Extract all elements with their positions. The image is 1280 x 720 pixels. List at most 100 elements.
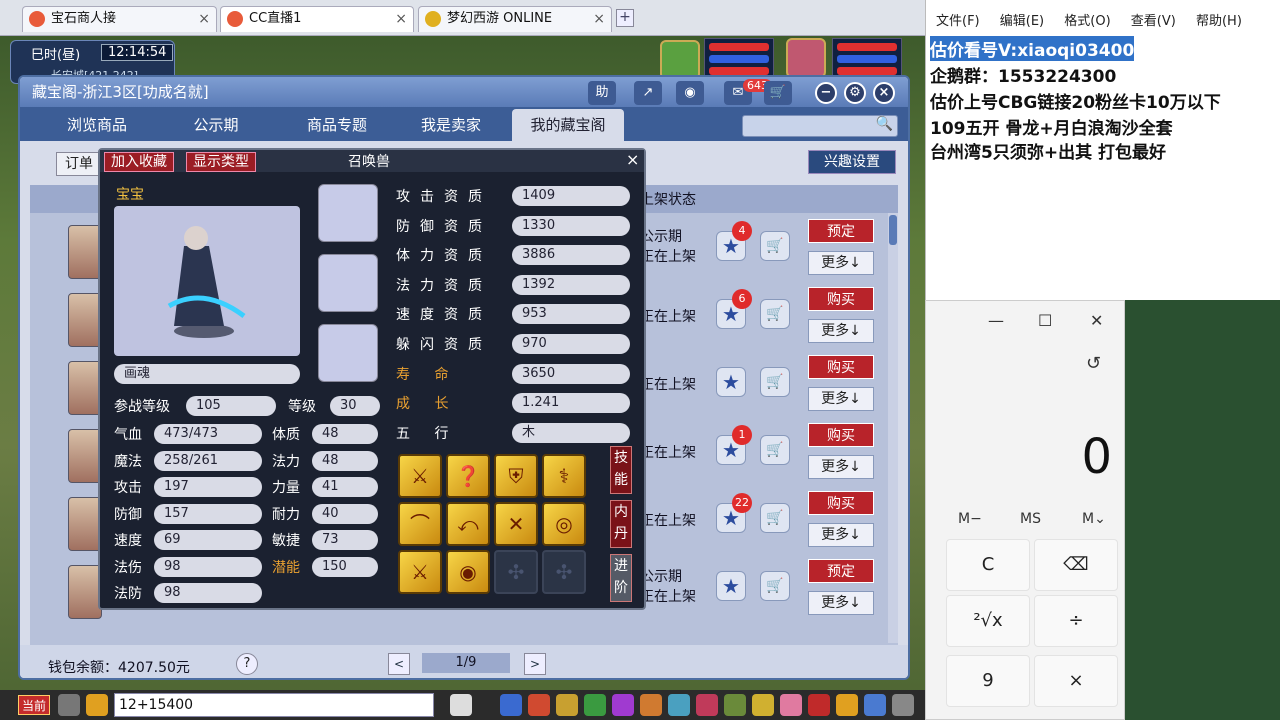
system-icon[interactable] bbox=[864, 694, 886, 716]
peach-icon[interactable] bbox=[780, 694, 802, 716]
close-icon[interactable]: × bbox=[626, 150, 639, 169]
skill-icon[interactable]: ⚔ bbox=[398, 550, 442, 594]
clear-button[interactable]: C bbox=[946, 539, 1030, 591]
notepad-line[interactable]: 估价看号V:xiaoqi03400 bbox=[930, 36, 1135, 61]
cart-icon[interactable]: 🛒 bbox=[760, 435, 790, 465]
notepad-line[interactable]: 109五开 骨龙+月白浪淘沙全套 bbox=[930, 114, 1173, 139]
help-button[interactable]: 助 bbox=[588, 81, 616, 105]
more-button[interactable]: 更多↓ bbox=[808, 523, 874, 547]
buy-button[interactable]: 购买 bbox=[808, 287, 874, 311]
minimize-button[interactable]: — bbox=[988, 311, 1004, 330]
tab-topics[interactable]: 商品专题 bbox=[282, 109, 392, 141]
team-icon[interactable] bbox=[556, 694, 578, 716]
close-icon[interactable]: × bbox=[593, 7, 605, 31]
share-icon[interactable]: ↗ bbox=[634, 81, 662, 105]
pet-portrait[interactable] bbox=[660, 40, 700, 80]
tab-my-cbg[interactable]: 我的藏宝阁 bbox=[512, 109, 624, 141]
notepad-line[interactable]: 估价上号CBG链接20粉丝卡10万以下 bbox=[930, 88, 1221, 113]
tab-browse[interactable]: 浏览商品 bbox=[42, 109, 152, 141]
more-button[interactable]: 更多↓ bbox=[808, 387, 874, 411]
monitor-icon[interactable] bbox=[892, 694, 914, 716]
tab-public[interactable]: 公示期 bbox=[166, 109, 266, 141]
more-button[interactable]: 更多↓ bbox=[808, 251, 874, 275]
multiply-button[interactable]: × bbox=[1034, 655, 1118, 707]
menu-edit[interactable]: 编辑(E) bbox=[1000, 14, 1044, 29]
nine-button[interactable]: 9 bbox=[946, 655, 1030, 707]
more-button[interactable]: 更多↓ bbox=[808, 455, 874, 479]
cart-icon[interactable]: 🛒 bbox=[760, 367, 790, 397]
memory-store-button[interactable]: MS bbox=[1020, 511, 1041, 527]
chat-input[interactable]: 12+15400 bbox=[114, 693, 434, 717]
search-input[interactable]: 🔍 bbox=[742, 115, 898, 137]
add-favorite-button[interactable]: 加入收藏 bbox=[104, 152, 174, 172]
maximize-button[interactable]: ☐ bbox=[1038, 311, 1052, 330]
skill-icon[interactable]: ✕ bbox=[494, 502, 538, 546]
skill-icon[interactable]: ❓ bbox=[446, 454, 490, 498]
avatar[interactable] bbox=[68, 429, 102, 483]
menu-file[interactable]: 文件(F) bbox=[936, 14, 980, 29]
buy-button[interactable]: 购买 bbox=[808, 423, 874, 447]
buy-button[interactable]: 购买 bbox=[808, 355, 874, 379]
memory-minus-button[interactable]: M− bbox=[958, 511, 982, 527]
mic-icon[interactable] bbox=[58, 694, 80, 716]
skills-tab[interactable]: 技能 bbox=[610, 446, 632, 494]
skill-icon[interactable]: ◉ bbox=[446, 550, 490, 594]
empty-skill-slot[interactable]: ✣ bbox=[494, 550, 538, 594]
cart-icon[interactable]: 🛒 bbox=[760, 231, 790, 261]
skill-icon[interactable]: ⤺ bbox=[446, 502, 490, 546]
cart-icon[interactable]: 🛒 bbox=[764, 81, 792, 105]
empty-skill-slot[interactable]: ✣ bbox=[542, 550, 586, 594]
event-icon[interactable] bbox=[724, 694, 746, 716]
divide-button[interactable]: ÷ bbox=[1034, 595, 1118, 647]
browser-tab-3[interactable]: 梦幻西游 ONLINE × bbox=[418, 6, 612, 32]
notepad-line[interactable]: 台州湾5只须弥+出其 打包最好 bbox=[930, 138, 1166, 163]
quest-icon[interactable] bbox=[584, 694, 606, 716]
show-type-button[interactable]: 显示类型 bbox=[186, 152, 256, 172]
buy-button[interactable]: 购买 bbox=[808, 491, 874, 515]
menu-help[interactable]: 帮助(H) bbox=[1196, 14, 1242, 29]
emoji-icon[interactable] bbox=[86, 694, 108, 716]
cart-icon[interactable]: 🛒 bbox=[760, 299, 790, 329]
reserve-button[interactable]: 预定 bbox=[808, 559, 874, 583]
face-icon[interactable] bbox=[836, 694, 858, 716]
reward-icon[interactable] bbox=[752, 694, 774, 716]
advance-tab[interactable]: 进阶 bbox=[610, 554, 632, 602]
search-icon[interactable]: 🔍 bbox=[876, 116, 893, 132]
avatar[interactable] bbox=[68, 225, 102, 279]
bag-icon[interactable] bbox=[528, 694, 550, 716]
mail-icon[interactable] bbox=[668, 694, 690, 716]
friend-icon[interactable] bbox=[640, 694, 662, 716]
skill-icon[interactable]: ⚔ bbox=[398, 454, 442, 498]
notepad-line[interactable]: 企鹅群：1553224300 bbox=[930, 62, 1116, 87]
prev-page-button[interactable]: < bbox=[388, 653, 410, 675]
star-icon[interactable]: ★ bbox=[716, 367, 746, 397]
close-button[interactable]: × bbox=[873, 82, 895, 104]
close-button[interactable]: ✕ bbox=[1090, 311, 1103, 330]
avatar[interactable] bbox=[68, 565, 102, 619]
menu-view[interactable]: 查看(V) bbox=[1131, 14, 1176, 29]
avatar[interactable] bbox=[68, 293, 102, 347]
cart-icon[interactable]: 🛒 bbox=[760, 571, 790, 601]
settings-icon[interactable]: ◉ bbox=[676, 81, 704, 105]
avatar[interactable] bbox=[68, 497, 102, 551]
notification-icon[interactable] bbox=[808, 694, 830, 716]
more-button[interactable]: 更多↓ bbox=[808, 319, 874, 343]
sqrt-button[interactable]: ²√x bbox=[946, 595, 1030, 647]
interest-settings-button[interactable]: 兴趣设置 bbox=[808, 150, 896, 174]
history-icon[interactable]: ↺ bbox=[1086, 353, 1101, 374]
next-page-button[interactable]: > bbox=[524, 653, 546, 675]
avatar[interactable] bbox=[68, 361, 102, 415]
reserve-button[interactable]: 预定 bbox=[808, 219, 874, 243]
equipment-slot-2[interactable] bbox=[318, 254, 378, 312]
menu-format[interactable]: 格式(O) bbox=[1064, 14, 1110, 29]
order-button[interactable]: 订单 bbox=[56, 152, 102, 176]
tab-seller[interactable]: 我是卖家 bbox=[396, 109, 506, 141]
star-icon[interactable]: ★ bbox=[716, 571, 746, 601]
skill-icon[interactable]: ⛨ bbox=[494, 454, 538, 498]
cart-icon[interactable]: 🛒 bbox=[760, 503, 790, 533]
pet-summon-icon[interactable] bbox=[450, 694, 472, 716]
player-portrait[interactable] bbox=[786, 38, 826, 78]
more-button[interactable]: 更多↓ bbox=[808, 591, 874, 615]
skill-icon[interactable]: ⌒ bbox=[398, 502, 442, 546]
equipment-slot-1[interactable] bbox=[318, 184, 378, 242]
